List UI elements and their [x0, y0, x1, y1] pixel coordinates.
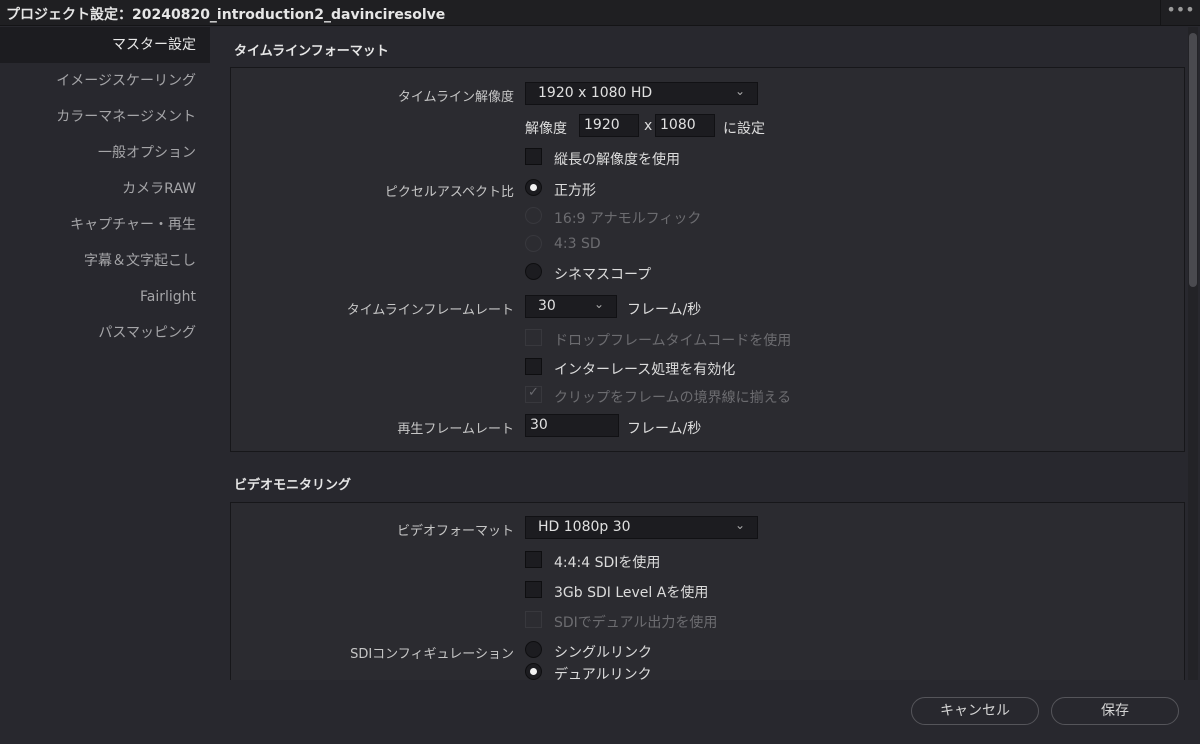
sdi-444-row: 4:4:4 SDIを使用 [231, 549, 1186, 575]
save-button[interactable]: 保存 [1051, 697, 1179, 725]
frame-rate-row: タイムラインフレームレート 30 ⌄ フレーム/秒 [231, 295, 1186, 321]
sidebar-item-path-mapping[interactable]: パスマッピング [0, 315, 210, 351]
vertical-resolution-row: 縦長の解像度を使用 [231, 146, 1186, 172]
interlace-label: インターレース処理を有効化 [554, 362, 736, 378]
resolution-suffix: に設定 [723, 121, 765, 137]
playback-rate-unit: フレーム/秒 [627, 421, 702, 437]
clip-border-row: ✓ クリップをフレームの境界線に揃える [231, 384, 1186, 410]
sdi-config-label: SDIコンフィギュレーション [350, 647, 514, 662]
video-format-label: ビデオフォーマット [396, 524, 514, 539]
vertical-scrollbar[interactable] [1188, 27, 1198, 680]
frame-rate-label: タイムラインフレームレート [346, 303, 514, 318]
settings-content: タイムラインフォーマット タイムライン解像度 1920 x 1080 HD ⌄ … [226, 27, 1186, 680]
sdi-444-checkbox[interactable] [525, 551, 542, 568]
sdi-single-link-label: シングルリンク [554, 645, 652, 661]
frame-rate-dropdown[interactable]: 30 ⌄ [525, 295, 617, 318]
vertical-resolution-label: 縦長の解像度を使用 [554, 152, 680, 168]
drop-frame-row: ドロップフレームタイムコードを使用 [231, 327, 1186, 353]
timeline-resolution-label: タイムライン解像度 [397, 90, 514, 105]
frame-rate-unit: フレーム/秒 [627, 302, 702, 318]
video-format-row: ビデオフォーマット HD 1080p 30 ⌄ [231, 516, 1186, 542]
scrollbar-thumb[interactable] [1189, 33, 1197, 287]
sdi-dual-link-row: デュアルリンク [231, 661, 1186, 680]
sdi-3gb-checkbox[interactable] [525, 581, 542, 598]
chevron-down-icon: ⌄ [734, 518, 745, 532]
aspect-cinemascope-radio[interactable] [525, 263, 542, 280]
aspect-anamorphic-label: 16:9 アナモルフィック [554, 211, 702, 227]
sidebar-item-image-scaling[interactable]: イメージスケーリング [0, 63, 210, 99]
clip-border-label: クリップをフレームの境界線に揃える [554, 390, 792, 406]
sdi-dual-row: SDIでデュアル出力を使用 [231, 609, 1186, 635]
sdi-3gb-label: 3Gb SDI Level Aを使用 [554, 585, 709, 601]
clip-border-checkbox[interactable]: ✓ [525, 385, 542, 403]
playback-rate-row: 再生フレームレート 30 フレーム/秒 [231, 414, 1186, 440]
video-monitoring-panel: ビデオフォーマット HD 1080p 30 ⌄ 4:4:4 SDIを使用 3Gb… [230, 502, 1185, 680]
title-bar: プロジェクト設定：20240820_introduction2_davincir… [0, 0, 1200, 26]
aspect-sd-label: 4:3 SD [554, 236, 601, 252]
aspect-square-radio[interactable] [525, 179, 542, 196]
interlace-row: インターレース処理を有効化 [231, 356, 1186, 382]
aspect-cinemascope-row: シネマスコープ [231, 261, 1186, 287]
cancel-button[interactable]: キャンセル [911, 697, 1039, 725]
settings-sidebar: マスター設定 イメージスケーリング カラーマネージメント 一般オプション カメラ… [0, 27, 210, 744]
chevron-down-icon: ⌄ [593, 297, 604, 311]
timeline-format-title: タイムラインフォーマット [234, 44, 389, 59]
timeline-resolution-row: タイムライン解像度 1920 x 1080 HD ⌄ [231, 82, 1186, 108]
playback-rate-input[interactable]: 30 [525, 414, 619, 437]
frame-rate-value: 30 [538, 298, 556, 314]
sdi-dual-label: SDIでデュアル出力を使用 [554, 615, 718, 631]
playback-rate-label: 再生フレームレート [397, 422, 514, 437]
timeline-format-panel: タイムライン解像度 1920 x 1080 HD ⌄ 解像度 1920 x 10… [230, 67, 1185, 452]
drop-frame-label: ドロップフレームタイムコードを使用 [554, 333, 792, 349]
sidebar-item-general-options[interactable]: 一般オプション [0, 135, 210, 171]
interlace-checkbox[interactable] [525, 358, 542, 375]
sidebar-item-fairlight[interactable]: Fairlight [0, 279, 210, 315]
resolution-height-input[interactable]: 1080 [655, 114, 715, 137]
video-monitoring-title: ビデオモニタリング [234, 478, 352, 493]
chevron-down-icon: ⌄ [734, 84, 745, 98]
video-format-value: HD 1080p 30 [538, 519, 631, 535]
window-title: プロジェクト設定：20240820_introduction2_davincir… [6, 7, 446, 23]
check-icon: ✓ [528, 385, 539, 400]
aspect-sd-radio[interactable] [525, 235, 542, 252]
timeline-resolution-dropdown[interactable]: 1920 x 1080 HD ⌄ [525, 82, 758, 105]
drop-frame-checkbox[interactable] [525, 329, 542, 346]
resolution-width-input[interactable]: 1920 [579, 114, 639, 137]
aspect-square-label: 正方形 [554, 183, 596, 199]
sidebar-item-capture-playback[interactable]: キャプチャー・再生 [0, 207, 210, 243]
sdi-444-label: 4:4:4 SDIを使用 [554, 555, 661, 571]
pixel-aspect-label: ピクセルアスペクト比 [384, 185, 514, 200]
timeline-resolution-value: 1920 x 1080 HD [538, 85, 653, 101]
sidebar-item-subtitles[interactable]: 字幕＆文字起こし [0, 243, 210, 279]
video-format-dropdown[interactable]: HD 1080p 30 ⌄ [525, 516, 758, 539]
sdi-dual-link-radio[interactable] [525, 663, 542, 680]
aspect-anamorphic-row: 16:9 アナモルフィック [231, 205, 1186, 231]
aspect-cinemascope-label: シネマスコープ [554, 267, 652, 283]
sdi-dual-link-label: デュアルリンク [554, 667, 652, 680]
sdi-single-link-radio[interactable] [525, 641, 542, 658]
sidebar-item-master-settings[interactable]: マスター設定 [0, 27, 210, 63]
more-options-icon[interactable]: ••• [1160, 0, 1200, 26]
resolution-x-separator: x [644, 118, 653, 134]
resolution-prefix: 解像度 [525, 121, 567, 137]
pixel-aspect-row: ピクセルアスペクト比 正方形 [231, 177, 1186, 203]
vertical-resolution-checkbox[interactable] [525, 148, 542, 165]
custom-resolution-row: 解像度 1920 x 1080 に設定 [231, 114, 1186, 140]
sidebar-item-camera-raw[interactable]: カメラRAW [0, 171, 210, 207]
sidebar-item-color-management[interactable]: カラーマネージメント [0, 99, 210, 135]
aspect-sd-row: 4:3 SD [231, 233, 1186, 259]
sdi-dual-checkbox[interactable] [525, 611, 542, 628]
aspect-anamorphic-radio[interactable] [525, 207, 542, 224]
sdi-3gb-row: 3Gb SDI Level Aを使用 [231, 579, 1186, 605]
